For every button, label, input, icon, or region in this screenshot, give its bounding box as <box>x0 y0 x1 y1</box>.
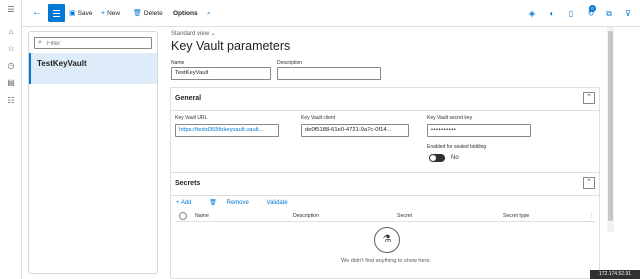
general-header[interactable]: General ⌃ <box>171 88 599 110</box>
details-pane: Standard view ⌄ Key Vault parameters Nam… <box>158 27 608 279</box>
client-label: Key Vault client <box>301 115 336 121</box>
trash-icon: 🗑 <box>133 10 142 17</box>
column-header-secret-type[interactable]: Secret type <box>503 213 529 219</box>
filter-field[interactable]: ⌕ <box>34 37 152 49</box>
divider <box>171 195 599 196</box>
save-icon: ▣ <box>69 10 76 17</box>
view-selector[interactable]: Standard view ⌄ <box>171 30 216 37</box>
sealed-bidding-toggle[interactable] <box>429 154 445 162</box>
name-label: Name <box>171 60 185 66</box>
select-all-radio[interactable] <box>179 212 187 220</box>
back-icon[interactable]: ← <box>30 6 44 20</box>
open-new-window-icon[interactable]: ⧉ <box>603 8 615 20</box>
secret-key-label: Key Vault secret key <box>427 115 473 121</box>
sealed-bidding-label: Enabled for sealed bidding <box>427 144 487 150</box>
trash-icon: 🗑 <box>209 200 217 206</box>
diamond-icon[interactable]: ◈ <box>526 8 538 20</box>
description-label: Description <box>277 60 303 66</box>
search-icon[interactable]: ⌕ <box>207 9 211 19</box>
empty-state-text: We didn't find anything to show here. <box>341 258 431 264</box>
column-header-secret[interactable]: Secret <box>397 213 412 219</box>
chevron-up-icon[interactable]: ⌃ <box>583 92 595 104</box>
name-field[interactable]: TestKeyVault <box>171 67 271 80</box>
key-vault-client-field[interactable]: de0f5188-61e0-4721-9a7c-0f14... <box>301 124 409 137</box>
save-button[interactable]: ▣ Save <box>69 9 92 19</box>
options-tab[interactable]: Options <box>173 9 198 19</box>
secrets-section: Secrets ⌃ + Add 🗑 Remove Validate Name D… <box>170 172 600 279</box>
description-field[interactable] <box>277 67 381 80</box>
refresh-icon[interactable]: ↻ <box>585 8 597 20</box>
workspaces-icon[interactable]: ▤ <box>6 78 16 88</box>
remove-button[interactable]: 🗑 Remove <box>209 200 257 206</box>
delete-button[interactable]: 🗑 Delete <box>133 9 163 19</box>
filter-icon[interactable]: ⊽ <box>622 8 634 20</box>
list-item[interactable]: TestKeyVault <box>29 53 157 84</box>
page-title: Key Vault parameters <box>171 39 291 53</box>
validate-button[interactable]: Validate <box>267 200 296 206</box>
favorites-icon[interactable]: ☆ <box>6 44 16 54</box>
list-pane: ⌕ TestKeyVault <box>28 31 158 274</box>
divider <box>171 110 599 111</box>
attachments-icon[interactable]: ▯ <box>565 8 577 20</box>
vertical-scrollbar[interactable] <box>607 27 614 232</box>
sealed-bidding-value: No <box>451 155 459 161</box>
new-button[interactable]: + New <box>101 9 120 19</box>
secrets-actions: + Add 🗑 Remove Validate <box>176 199 304 206</box>
column-header-name[interactable]: Name <box>195 213 209 219</box>
secrets-header[interactable]: Secrets ⌃ <box>171 173 599 195</box>
home-icon[interactable]: ⌂ <box>6 27 16 37</box>
ip-address-label: 172.174.52.91 <box>590 270 640 279</box>
grid-header: Name Description Secret Secret type ⋮ <box>175 211 595 222</box>
filter-input[interactable] <box>47 39 147 48</box>
url-label: Key Vault URL <box>175 115 208 121</box>
column-header-description[interactable]: Description <box>293 213 319 219</box>
chevron-up-icon[interactable]: ⌃ <box>583 177 595 189</box>
navigation-rail: ☰ ⌂ ☆ ◷ ▤ ☷ <box>0 0 22 279</box>
key-vault-url-field[interactable]: https://testd365fokeyvault.vault... <box>175 124 279 137</box>
key-vault-secret-key-field[interactable]: •••••••••• <box>427 124 531 137</box>
hamburger-icon[interactable]: ☰ <box>6 5 16 15</box>
modules-icon[interactable]: ☷ <box>6 96 16 106</box>
recent-icon[interactable]: ◷ <box>6 61 16 71</box>
search-icon: ⌕ <box>38 39 42 46</box>
action-pane: ← ▣ Save + New 🗑 Delete Options ⌕ ◈ ◐ ▯ 0 ↻… <box>22 0 640 27</box>
more-options-icon[interactable]: ⋮ <box>589 213 594 219</box>
menu-button[interactable] <box>48 4 65 22</box>
plus-icon: + <box>101 10 106 17</box>
scrollbar-thumb[interactable] <box>608 31 613 221</box>
add-button[interactable]: + Add <box>176 200 200 206</box>
office-icon[interactable]: ◐ <box>546 8 558 20</box>
empty-box-icon: ⚗ <box>374 227 400 253</box>
chevron-down-icon: ⌄ <box>210 31 216 37</box>
